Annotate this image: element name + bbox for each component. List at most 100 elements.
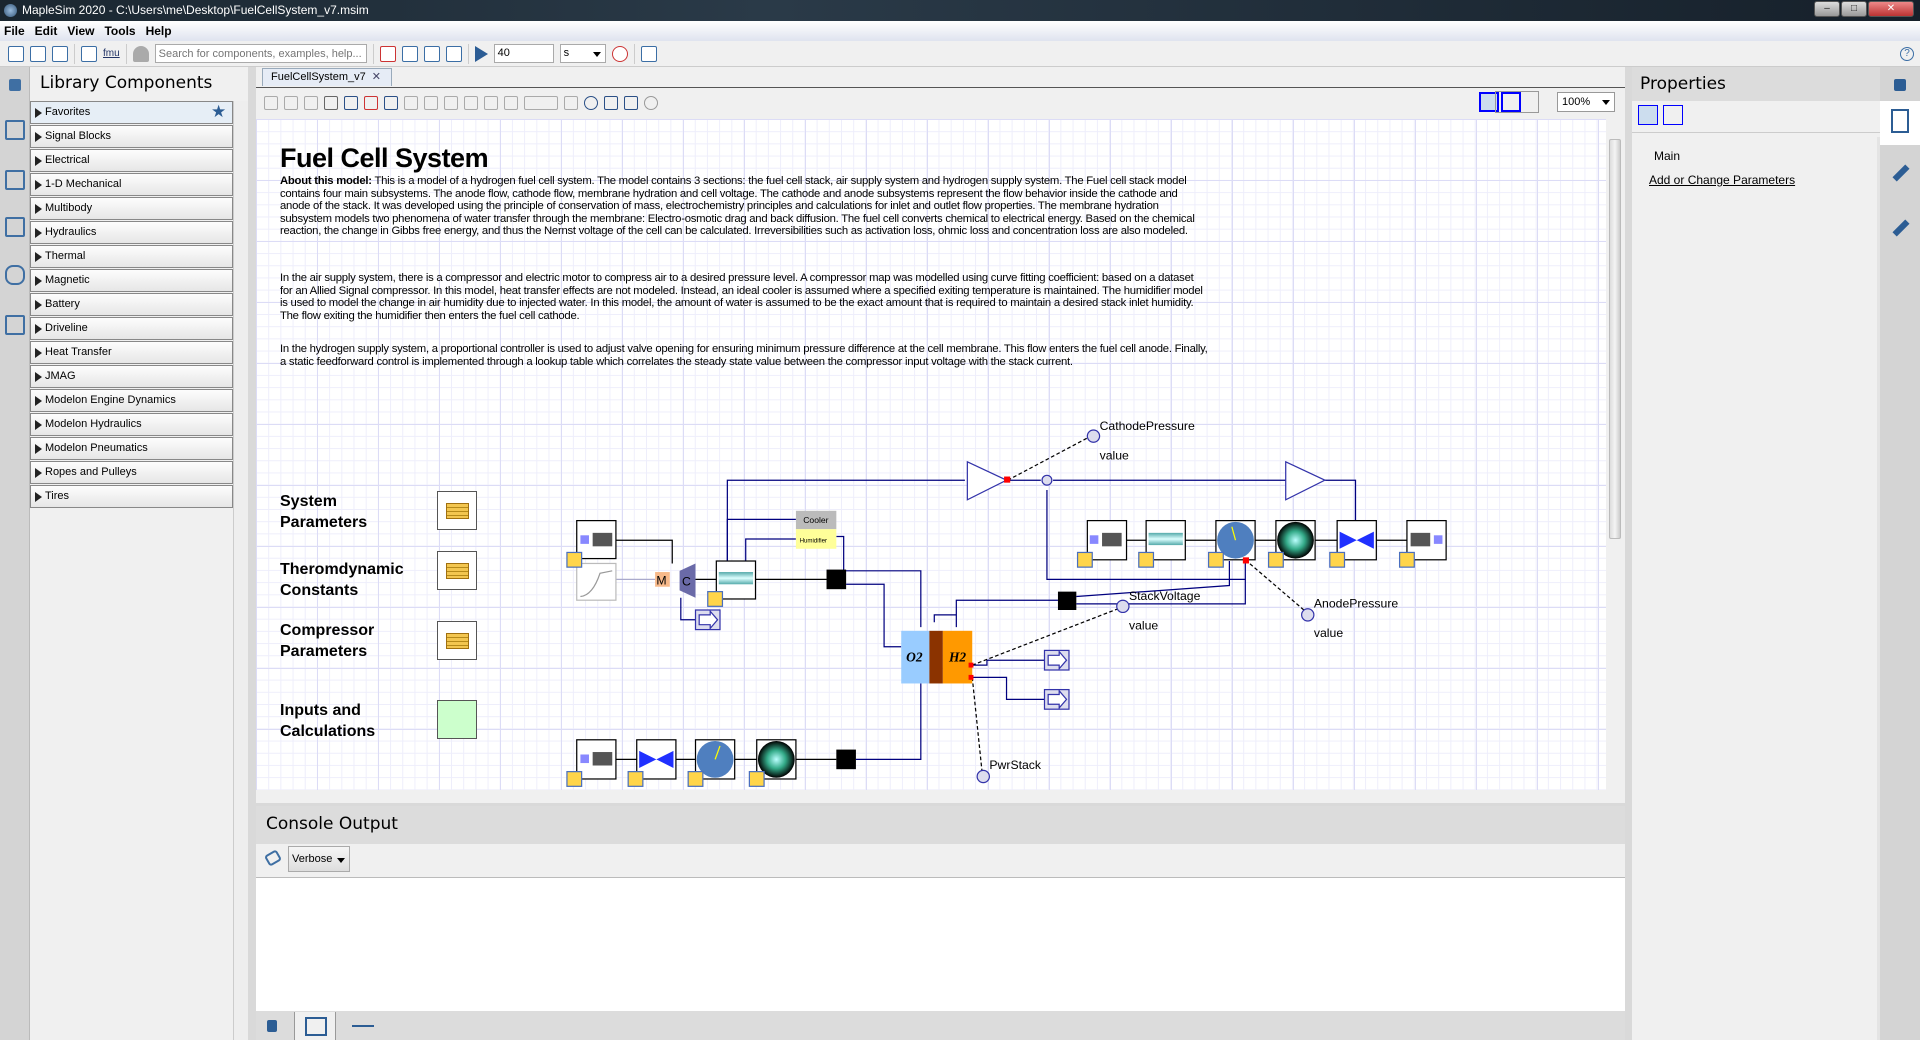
model-icon[interactable]	[81, 45, 97, 62]
shuffle-icon[interactable]	[564, 95, 578, 110]
properties-view-icon[interactable]	[1638, 105, 1658, 125]
library-item-signal-blocks[interactable]: Signal Blocks	[30, 125, 233, 148]
link-icon[interactable]	[484, 95, 498, 110]
compressor-parameters-block[interactable]	[437, 621, 477, 660]
description-view-icon[interactable]	[1663, 105, 1683, 125]
ungroup-icon[interactable]	[464, 95, 478, 110]
library-search-icon[interactable]	[5, 120, 25, 140]
library-item-driveline[interactable]: Driveline	[30, 317, 233, 340]
zoom-select[interactable]: 100%	[1557, 92, 1615, 112]
apps-icon[interactable]	[5, 315, 25, 335]
lock-icon[interactable]	[267, 1020, 277, 1032]
menu-tools[interactable]: Tools	[104, 21, 135, 41]
library-item-ropes-and-pulleys[interactable]: Ropes and Pulleys	[30, 461, 233, 484]
search-input[interactable]	[154, 44, 367, 63]
library-item-multibody[interactable]: Multibody	[30, 197, 233, 220]
subsystem-icon[interactable]	[604, 95, 618, 110]
parameter-icon[interactable]	[324, 95, 338, 110]
home-icon[interactable]	[264, 95, 278, 110]
settings-wrench-icon[interactable]	[1892, 219, 1910, 237]
library-item-hydraulics[interactable]: Hydraulics	[30, 221, 233, 244]
library-item-favorites[interactable]: Favorites	[30, 101, 233, 124]
library-item-modelon-hydraulics[interactable]: Modelon Hydraulics	[30, 413, 233, 436]
tab-fuelcellsystem[interactable]: FuelCellSystem_v7 ✕	[262, 68, 392, 86]
run-simulation-icon[interactable]	[474, 45, 488, 62]
time-unit-select[interactable]: s	[559, 44, 606, 63]
attachments-icon[interactable]	[5, 265, 25, 285]
open-folder-icon[interactable]	[30, 45, 46, 62]
console-tab[interactable]	[294, 1012, 336, 1040]
new-file-icon[interactable]	[8, 45, 24, 62]
parameter-table-icon	[446, 563, 469, 579]
up-icon[interactable]	[284, 95, 298, 110]
align-icon[interactable]	[404, 95, 418, 110]
verbosity-select[interactable]: Verbose	[288, 846, 350, 872]
library-item-modelon-engine-dynamics[interactable]: Modelon Engine Dynamics	[30, 389, 233, 412]
rotate-icon[interactable]	[504, 95, 518, 110]
thermodynamic-constants-block[interactable]	[437, 551, 477, 590]
help-icon[interactable]: ?	[1900, 46, 1914, 61]
add-port-icon[interactable]	[584, 95, 598, 110]
add-change-parameters-link[interactable]: Add or Change Parameters	[1649, 173, 1795, 187]
minimize-button[interactable]: –	[1814, 1, 1840, 17]
library-item-1-d-mechanical[interactable]: 1-D Mechanical	[30, 173, 233, 196]
console-output-area[interactable]	[256, 877, 1625, 1011]
properties-tab[interactable]	[1880, 101, 1920, 145]
tab-label: FuelCellSystem_v7	[271, 71, 366, 83]
close-tab-icon[interactable]: ✕	[372, 71, 381, 83]
menu-view[interactable]: View	[67, 21, 94, 41]
plot-icon[interactable]	[379, 45, 396, 62]
eraser-icon[interactable]	[263, 849, 283, 867]
table-icon[interactable]	[344, 95, 358, 110]
lock-icon[interactable]	[1894, 79, 1906, 91]
diagram-canvas[interactable]: Fuel Cell System About this model: This …	[256, 119, 1606, 790]
components-icon[interactable]	[401, 45, 418, 62]
library-item-jmag[interactable]: JMAG	[30, 365, 233, 388]
menu-edit[interactable]: Edit	[35, 21, 58, 41]
connector-style-dropdown[interactable]	[1495, 91, 1539, 113]
menu-file[interactable]: File	[4, 21, 25, 41]
library-item-tires[interactable]: Tires	[30, 485, 233, 508]
chevron-down-icon	[1602, 100, 1610, 105]
maximize-button[interactable]: □	[1841, 1, 1867, 17]
lock-icon[interactable]	[9, 79, 21, 91]
close-button[interactable]: ✕	[1868, 1, 1914, 17]
save-icon[interactable]	[52, 45, 68, 62]
library-scrollbar[interactable]	[233, 101, 248, 1040]
canvas-vertical-scrollbar[interactable]	[1606, 119, 1625, 790]
document-icon[interactable]	[445, 45, 462, 62]
disable-icon[interactable]	[644, 95, 658, 110]
down-icon[interactable]	[304, 95, 318, 110]
fmu-button[interactable]: fmu	[103, 48, 120, 59]
model-tree-icon[interactable]	[5, 217, 25, 237]
math-icon[interactable]	[364, 95, 378, 110]
library-item-modelon-pneumatics[interactable]: Modelon Pneumatics	[30, 437, 233, 460]
library-item-heat-transfer[interactable]: Heat Transfer	[30, 341, 233, 364]
wrench-icon[interactable]	[1892, 164, 1910, 182]
text-icon[interactable]	[424, 95, 438, 110]
group-icon[interactable]	[444, 95, 458, 110]
library-item-battery[interactable]: Battery	[30, 293, 233, 316]
properties-panel: Properties Main Add or Change Parameters	[1632, 67, 1880, 1040]
library-item-thermal[interactable]: Thermal	[30, 245, 233, 268]
library-panel: Library Components Favorites ★ Signal Bloc…	[30, 67, 248, 1040]
inputs-calculations-block[interactable]	[437, 700, 477, 739]
diagnostics-icon[interactable]	[611, 45, 628, 62]
favorites-star-icon[interactable]: ★	[211, 102, 226, 122]
simulation-time-input[interactable]: 40	[493, 44, 554, 63]
system-parameters-block[interactable]	[437, 491, 477, 530]
local-search-icon[interactable]	[5, 170, 25, 190]
add-window-icon[interactable]	[640, 45, 657, 62]
probe-waveform-icon[interactable]	[352, 1025, 374, 1027]
menu-help[interactable]: Help	[146, 21, 172, 41]
import-icon[interactable]	[384, 95, 398, 110]
attach-icon[interactable]	[624, 95, 638, 110]
library-item-electrical[interactable]: Electrical	[30, 149, 233, 172]
table-icon[interactable]	[423, 45, 440, 62]
flip-dropdown[interactable]	[524, 95, 558, 110]
title-bar: MapleSim 2020 - C:\Users\me\Desktop\Fuel…	[0, 0, 1920, 21]
canvas-horizontal-scrollbar[interactable]	[256, 790, 1606, 802]
user-icon[interactable]	[132, 45, 149, 62]
library-item-magnetic[interactable]: Magnetic	[30, 269, 233, 292]
scroll-thumb[interactable]	[1609, 139, 1621, 539]
